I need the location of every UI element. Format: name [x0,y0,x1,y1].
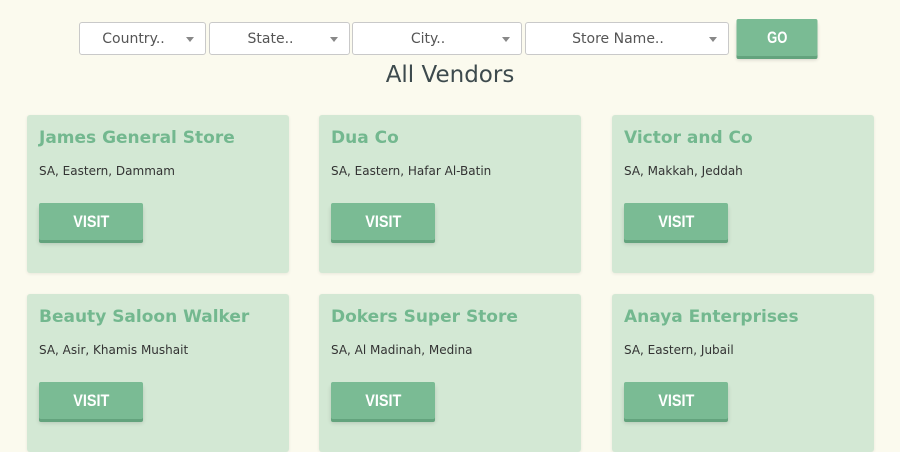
vendor-name: Beauty Saloon Walker [39,307,250,327]
visit-button[interactable]: VISIT [39,382,143,419]
chevron-down-icon [186,37,194,42]
city-select[interactable]: City.. [352,22,522,55]
vendor-name: Anaya Enterprises [624,307,799,327]
vendor-card: Victor and Co SA, Makkah, Jeddah VISIT [612,115,874,273]
vendor-card: Dokers Super Store SA, Al Madinah, Medin… [319,294,581,452]
vendor-name: Dokers Super Store [331,307,518,327]
visit-button[interactable]: VISIT [331,203,435,240]
vendor-address: SA, Eastern, Dammam [39,164,175,178]
vendor-name: James General Store [39,128,235,148]
visit-button-label: VISIT [364,390,402,410]
chevron-down-icon [709,37,717,42]
visit-button[interactable]: VISIT [331,382,435,419]
vendor-name: Dua Co [331,128,399,148]
country-select[interactable]: Country.. [79,22,206,55]
vendor-address: SA, Asir, Khamis Mushait [39,343,189,357]
vendor-name: Victor and Co [624,128,753,148]
chevron-down-icon [330,37,338,42]
vendor-address: SA, Al Madinah, Medina [331,343,473,357]
city-select-label: City.. [410,30,446,47]
store-name-select[interactable]: Store Name.. [525,22,729,55]
vendor-address: SA, Eastern, Jubail [624,343,734,357]
store-name-select-label: Store Name.. [572,30,664,47]
visit-button-label: VISIT [72,211,110,231]
visit-button[interactable]: VISIT [39,203,143,240]
vendor-card: Beauty Saloon Walker SA, Asir, Khamis Mu… [27,294,289,452]
visit-button[interactable]: VISIT [624,382,728,419]
state-select-label: State.. [247,30,294,47]
visit-button-label: VISIT [72,390,110,410]
vendor-card: James General Store SA, Eastern, Dammam … [27,115,289,273]
go-button[interactable]: GO [736,19,818,56]
go-button-label: GO [766,27,788,47]
visit-button-label: VISIT [657,390,695,410]
visit-button-label: VISIT [657,211,695,231]
state-select[interactable]: State.. [209,22,350,55]
vendor-card: Anaya Enterprises SA, Eastern, Jubail VI… [612,294,874,452]
visit-button[interactable]: VISIT [624,203,728,240]
vendor-address: SA, Eastern, Hafar Al-Batin [331,164,492,178]
page-title: All Vendors [385,62,515,88]
country-select-label: Country.. [102,30,165,47]
vendor-address: SA, Makkah, Jeddah [624,164,743,178]
vendor-card: Dua Co SA, Eastern, Hafar Al-Batin VISIT [319,115,581,273]
chevron-down-icon [502,37,510,42]
visit-button-label: VISIT [364,211,402,231]
